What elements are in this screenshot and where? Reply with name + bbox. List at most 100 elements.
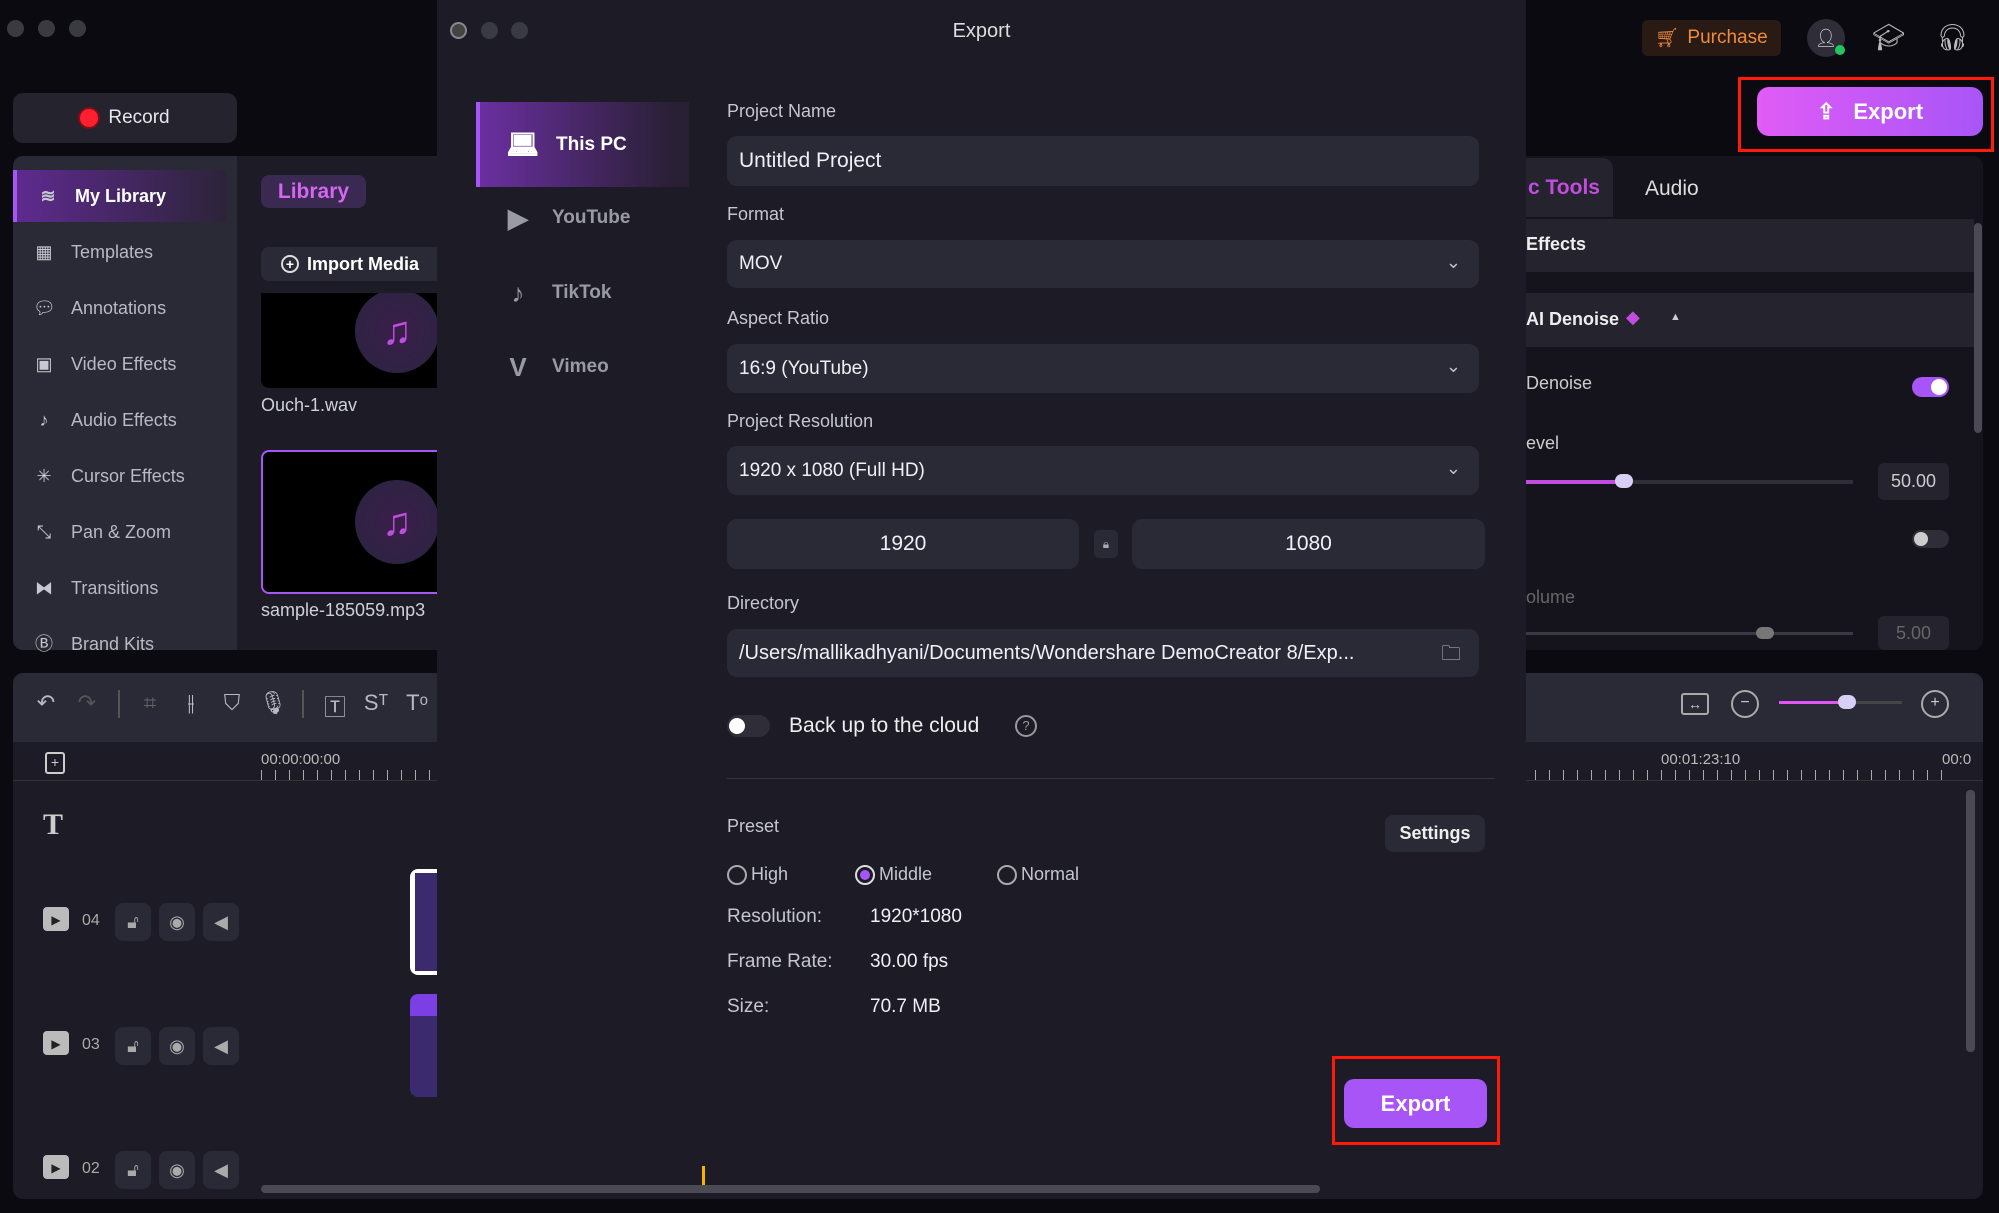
- denoise-toggle[interactable]: [1912, 377, 1949, 397]
- record-button[interactable]: Record: [13, 93, 237, 143]
- nav-youtube[interactable]: ▶ YouTube: [476, 181, 689, 255]
- tab-tools[interactable]: c Tools: [1526, 158, 1613, 217]
- marker-icon[interactable]: ⛉: [217, 690, 247, 716]
- track-lock-icon[interactable]: 🔓︎: [115, 903, 151, 941]
- subtitle-icon[interactable]: Sᵀ: [361, 690, 391, 716]
- track-mute-speaker-icon[interactable]: ◀: [203, 903, 239, 941]
- text-callout-icon[interactable]: Tᵒ: [402, 690, 432, 716]
- format-label: Format: [727, 204, 785, 224]
- media-thumbnail-selected[interactable]: ♫: [261, 450, 437, 594]
- sidebar-item-annotations[interactable]: 💬︎ Annotations: [13, 282, 227, 334]
- panel-scrollbar[interactable]: [1974, 223, 1982, 433]
- track-visibility-eye-icon[interactable]: ◉: [159, 903, 195, 941]
- sidebar-item-pan-zoom[interactable]: ⤡ Pan & Zoom: [13, 506, 227, 558]
- preset-label: Preset: [727, 816, 780, 836]
- effect-toggle[interactable]: [1912, 530, 1949, 548]
- window-minimize-button[interactable]: [38, 20, 55, 37]
- tutorial-cap-icon[interactable]: 🎓︎: [1872, 22, 1905, 53]
- sidebar-item-my-library[interactable]: ≋ My Library: [13, 170, 227, 222]
- sidebar-item-brand-kits[interactable]: Ⓑ Brand Kits: [13, 618, 227, 670]
- preset-radio-high[interactable]: High: [727, 864, 788, 885]
- sidebar-item-transitions[interactable]: ⧓ Transitions: [13, 562, 227, 614]
- crop-icon[interactable]: ⌗: [135, 690, 165, 716]
- volume-value[interactable]: 5.00: [1878, 616, 1949, 650]
- settings-button[interactable]: Settings: [1385, 815, 1485, 852]
- collapse-caret-icon[interactable]: ▲: [1670, 311, 1681, 323]
- level-slider[interactable]: [1526, 474, 1853, 488]
- import-media-button[interactable]: + Import Media: [261, 247, 437, 281]
- window-zoom-button[interactable]: [69, 20, 86, 37]
- folder-icon[interactable]: 🗀: [1441, 639, 1461, 673]
- sidebar-item-audio-effects[interactable]: ♪ Audio Effects: [13, 394, 227, 446]
- level-slider-thumb[interactable]: [1615, 474, 1634, 488]
- sidebar-item-video-effects[interactable]: ▣ Video Effects: [13, 338, 227, 390]
- track-mute-speaker-icon[interactable]: ◀: [203, 1151, 239, 1189]
- volume-slider-thumb[interactable]: [1755, 627, 1774, 639]
- volume-slider[interactable]: [1526, 627, 1853, 639]
- fit-timeline-icon[interactable]: ↔: [1681, 693, 1709, 715]
- user-icon: 👤︎: [1814, 28, 1838, 48]
- project-name-input[interactable]: Untitled Project: [727, 136, 1479, 186]
- chevron-down-icon: ⌄: [1445, 252, 1461, 272]
- add-track-icon[interactable]: +: [45, 752, 65, 774]
- nav-vimeo[interactable]: V Vimeo: [476, 330, 689, 404]
- purchase-button[interactable]: 🛒︎ Purchase: [1642, 20, 1781, 56]
- text-track-icon: T: [43, 808, 64, 841]
- format-select[interactable]: MOV ⌄: [727, 240, 1479, 288]
- music-note-icon: ♫: [355, 480, 437, 564]
- text-icon[interactable]: 🅃: [320, 690, 350, 722]
- preset-radio-middle[interactable]: Middle: [855, 864, 932, 885]
- backup-cloud-toggle[interactable]: [727, 715, 770, 737]
- online-status-dot: [1835, 45, 1845, 55]
- preset-radio-normal[interactable]: Normal: [997, 864, 1079, 885]
- zoom-out-icon[interactable]: −: [1731, 690, 1759, 718]
- account-avatar[interactable]: 👤︎: [1807, 19, 1845, 57]
- radio-circle: [727, 864, 747, 885]
- directory-input[interactable]: /Users/mallikadhyani/Documents/Wondersha…: [727, 629, 1479, 677]
- nav-this-pc[interactable]: 💻︎ This PC: [476, 102, 689, 187]
- cart-icon: 🛒︎: [1655, 28, 1680, 49]
- redo-icon[interactable]: ↷: [72, 690, 102, 716]
- aspect-ratio-select[interactable]: 16:9 (YouTube) ⌄: [727, 344, 1479, 393]
- vimeo-icon: V: [509, 351, 527, 382]
- playhead[interactable]: [702, 1166, 705, 1186]
- sidebar-item-cursor-effects[interactable]: ✳ Cursor Effects: [13, 450, 227, 502]
- denoise-label: Denoise: [1526, 373, 1593, 393]
- track-visibility-eye-icon[interactable]: ◉: [159, 1027, 195, 1065]
- width-input[interactable]: 1920: [727, 519, 1079, 569]
- media-thumbnail[interactable]: ♫: [261, 293, 437, 388]
- ai-denoise-header[interactable]: AI Denoise ◆ ▲: [1526, 293, 1974, 347]
- timeline-horizontal-scrollbar[interactable]: [261, 1185, 1320, 1193]
- track-visibility-eye-icon[interactable]: ◉: [159, 1151, 195, 1189]
- resolution-select[interactable]: 1920 x 1080 (Full HD) ⌄: [727, 446, 1479, 495]
- split-icon[interactable]: ⫲: [176, 690, 206, 716]
- effects-section-header: Effects: [1526, 219, 1974, 272]
- tab-audio[interactable]: Audio: [1645, 177, 1699, 201]
- templates-icon: ▦: [35, 242, 53, 262]
- dialog-title: Export: [952, 20, 1011, 42]
- timeline-clip[interactable]: [410, 869, 437, 975]
- info-value: 30.00 fps: [870, 951, 949, 972]
- timeline-vertical-scrollbar[interactable]: [1966, 790, 1975, 1052]
- timecode-label: 00:0: [1942, 751, 1972, 768]
- timeline-zoom-slider[interactable]: [1779, 695, 1902, 709]
- help-icon[interactable]: ?: [1015, 715, 1037, 737]
- sidebar-item-templates[interactable]: ▦ Templates: [13, 226, 227, 278]
- support-headset-icon[interactable]: 🎧︎: [1936, 22, 1969, 53]
- audio-clip[interactable]: [410, 994, 437, 1097]
- library-tab[interactable]: Library: [261, 175, 366, 208]
- zoom-in-icon[interactable]: +: [1921, 690, 1949, 718]
- track-lock-icon[interactable]: 🔓︎: [115, 1151, 151, 1189]
- timeline-zoom-thumb[interactable]: [1837, 695, 1856, 709]
- level-value[interactable]: 50.00: [1878, 463, 1949, 500]
- microphone-icon[interactable]: 🎙︎: [258, 690, 288, 716]
- height-input[interactable]: 1080: [1132, 519, 1485, 569]
- undo-icon[interactable]: ↶: [31, 690, 61, 716]
- aspect-lock-icon[interactable]: 🔒︎: [1094, 530, 1118, 558]
- track-mute-speaker-icon[interactable]: ◀: [203, 1027, 239, 1065]
- nav-tiktok[interactable]: ♪ TikTok: [476, 256, 689, 330]
- window-close-button[interactable]: [7, 20, 24, 37]
- track-lock-icon[interactable]: 🔓︎: [115, 1027, 151, 1065]
- tiktok-icon: ♪: [511, 277, 525, 308]
- info-value: 70.7 MB: [870, 996, 941, 1017]
